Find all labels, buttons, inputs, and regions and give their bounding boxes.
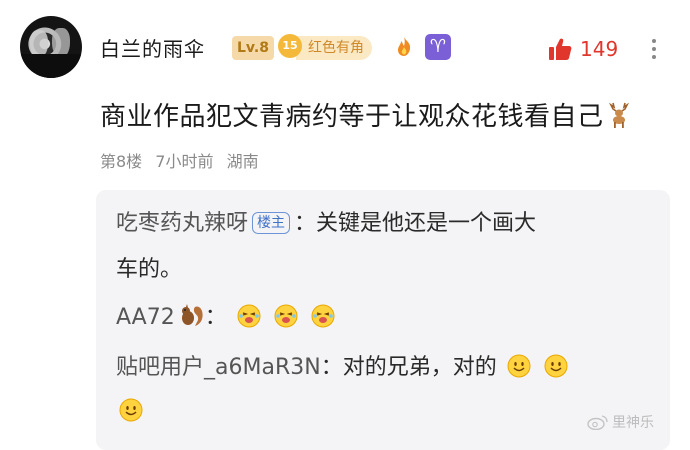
more-options-icon[interactable] xyxy=(646,36,662,64)
reply-separator: ： xyxy=(320,355,343,380)
thumbs-up-icon[interactable] xyxy=(546,35,574,63)
post-text: 商业作品犯文青病约等于让观众花钱看自己 xyxy=(100,102,604,132)
laughing-emoji-icon xyxy=(274,304,298,328)
reply-author[interactable]: 贴吧用户_a6MaR3N xyxy=(116,355,321,380)
reply-text-line2: 车的。 xyxy=(116,257,183,282)
post-content: 商业作品犯文青病约等于让观众花钱看自己 xyxy=(100,96,632,133)
reply-item[interactable]: 吃枣药丸辣呀 楼主 ：关键是他还是一个画大 xyxy=(116,204,536,244)
avatar[interactable] xyxy=(20,16,82,78)
watermark-text: 里神乐 xyxy=(612,415,654,431)
level-badge: Lv.8 xyxy=(232,36,274,60)
flame-icon xyxy=(398,37,411,56)
reply-author[interactable]: 吃枣药丸辣呀 xyxy=(116,211,248,236)
reply-text: 关键是他还是一个画大 xyxy=(316,211,537,236)
smile-emoji-icon xyxy=(119,398,143,422)
watermark: 里神乐 xyxy=(587,412,654,432)
post-time: 7小时前 xyxy=(155,152,214,171)
reply-separator: ： xyxy=(294,211,317,236)
op-tag: 楼主 xyxy=(252,212,291,234)
laughing-emoji-icon xyxy=(311,304,335,328)
reply-item[interactable]: AA72 ： xyxy=(116,298,338,338)
post-meta: 第8楼 7小时前 湖南 xyxy=(100,148,267,172)
floor-number: 第8楼 xyxy=(100,152,143,171)
fan-badge-number: 15 xyxy=(278,34,302,58)
smile-emoji-icon xyxy=(507,354,531,378)
weibo-icon xyxy=(587,415,608,430)
reply-item[interactable]: 贴吧用户_a6MaR3N：对的兄弟，对的 xyxy=(116,348,571,388)
like-count: 149 xyxy=(580,37,619,61)
laughing-emoji-icon xyxy=(237,304,261,328)
aries-zodiac-icon: ♈ xyxy=(425,34,451,60)
squirrel-icon xyxy=(181,304,203,326)
reply-item-continued xyxy=(116,392,146,432)
reply-text: 对的兄弟，对的 xyxy=(342,355,497,380)
fan-badge-label: 红色有角 xyxy=(296,36,372,60)
smile-emoji-icon xyxy=(544,354,568,378)
reply-separator: ： xyxy=(204,305,227,330)
deer-icon xyxy=(608,102,629,128)
post-location: 湖南 xyxy=(226,152,259,171)
reply-author[interactable]: AA72 xyxy=(116,305,175,330)
username[interactable]: 白兰的雨伞 xyxy=(100,33,205,62)
reply-item-continued: 车的。 xyxy=(116,250,182,290)
